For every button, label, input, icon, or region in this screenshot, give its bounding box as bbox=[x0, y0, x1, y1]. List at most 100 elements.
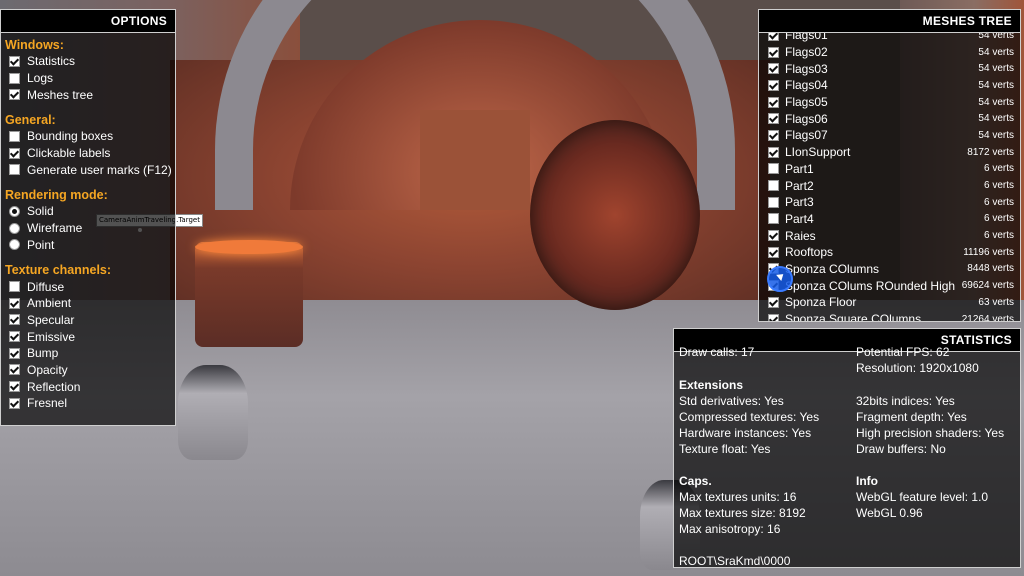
mesh-item[interactable]: Part3 6 verts bbox=[759, 194, 1020, 211]
mesh-list[interactable]: Flags01 54 verts Flags02 54 verts Flags03 54 … bbox=[759, 33, 1020, 322]
option-label: Diffuse bbox=[27, 279, 65, 294]
checkbox-option[interactable]: Specular bbox=[5, 312, 175, 329]
checkbox-option[interactable]: Bounding boxes bbox=[5, 128, 175, 145]
checkbox-option[interactable]: Statistics bbox=[5, 53, 175, 70]
checkbox-option[interactable]: Bump bbox=[5, 345, 175, 362]
mesh-item[interactable]: Flags01 54 verts bbox=[759, 33, 1020, 44]
radio-button[interactable] bbox=[9, 222, 20, 234]
mesh-checkbox[interactable] bbox=[768, 129, 779, 141]
mesh-item[interactable]: Sponza COlums ROunded High 69624 verts bbox=[759, 277, 1020, 294]
radio-button[interactable] bbox=[9, 205, 20, 217]
checkbox[interactable] bbox=[9, 72, 20, 84]
caps-item: Max textures size: 8192 bbox=[679, 506, 806, 520]
checkbox[interactable] bbox=[9, 381, 20, 393]
checkbox[interactable] bbox=[9, 130, 20, 142]
plant-urn bbox=[178, 365, 248, 460]
mesh-checkbox[interactable] bbox=[768, 180, 779, 192]
mesh-item[interactable]: Part1 6 verts bbox=[759, 161, 1020, 178]
mesh-checkbox[interactable] bbox=[768, 79, 779, 91]
checkbox[interactable] bbox=[9, 331, 20, 343]
radio-option[interactable]: Point bbox=[5, 237, 175, 254]
meshes-tree-header[interactable]: MESHES TREE bbox=[759, 10, 1020, 33]
checkbox[interactable] bbox=[9, 281, 20, 293]
mesh-vertex-count: 6 verts bbox=[983, 196, 1014, 208]
checkbox[interactable] bbox=[9, 314, 20, 326]
device-id: ROOT\SraKmd\0000 bbox=[679, 554, 791, 568]
checkbox-option[interactable]: Diffuse bbox=[5, 278, 175, 295]
caps-item: Max textures units: 16 bbox=[679, 490, 797, 504]
mesh-checkbox[interactable] bbox=[768, 46, 779, 58]
checkbox-option[interactable]: Emissive bbox=[5, 328, 175, 345]
caps-item: Max anisotropy: 16 bbox=[679, 522, 781, 536]
resolution: Resolution: 1920x1080 bbox=[856, 361, 979, 375]
mesh-name: Sponza Square COlumns bbox=[785, 312, 922, 322]
mesh-checkbox[interactable] bbox=[768, 63, 779, 75]
radio-option[interactable]: Solid bbox=[5, 203, 175, 220]
mesh-name: Flags06 bbox=[785, 111, 828, 126]
mesh-name: Flags03 bbox=[785, 61, 828, 76]
mesh-vertex-count: 69624 verts bbox=[961, 280, 1014, 292]
checkbox[interactable] bbox=[9, 397, 20, 409]
checkbox-option[interactable]: Clickable labels bbox=[5, 145, 175, 162]
mesh-checkbox[interactable] bbox=[768, 230, 779, 242]
mesh-item[interactable]: Rooftops 11196 verts bbox=[759, 244, 1020, 261]
checkbox[interactable] bbox=[9, 347, 20, 359]
section-title: Texture channels: bbox=[5, 263, 112, 278]
mesh-checkbox[interactable] bbox=[768, 246, 779, 258]
mesh-vertex-count: 11196 verts bbox=[963, 246, 1014, 258]
mesh-item[interactable]: LIonSupport 8172 verts bbox=[759, 144, 1020, 161]
mesh-checkbox[interactable] bbox=[768, 213, 779, 225]
mesh-checkbox[interactable] bbox=[768, 113, 779, 125]
mesh-item[interactable]: Flags04 54 verts bbox=[759, 77, 1020, 94]
checkbox[interactable] bbox=[9, 89, 20, 101]
option-label: Specular bbox=[27, 312, 75, 327]
mesh-item[interactable]: Flags06 54 verts bbox=[759, 110, 1020, 127]
mesh-name: Flags07 bbox=[785, 128, 828, 143]
option-label: Fresnel bbox=[27, 396, 68, 411]
mesh-item[interactable]: Flags05 54 verts bbox=[759, 94, 1020, 111]
mesh-checkbox[interactable] bbox=[768, 33, 779, 41]
checkbox-option[interactable]: Logs bbox=[5, 70, 175, 87]
caps-heading: Caps. bbox=[679, 474, 712, 488]
mesh-item[interactable]: Sponza Square COlumns 21264 verts bbox=[759, 311, 1020, 322]
checkbox[interactable] bbox=[9, 147, 20, 159]
mesh-item[interactable]: Sponza Floor 63 verts bbox=[759, 294, 1020, 311]
checkbox-option[interactable]: Meshes tree bbox=[5, 86, 175, 103]
checkbox[interactable] bbox=[9, 55, 20, 67]
mesh-item[interactable]: Flags02 54 verts bbox=[759, 44, 1020, 61]
mesh-vertex-count: 63 verts bbox=[978, 296, 1014, 308]
radio-option[interactable]: Wireframe bbox=[5, 220, 175, 237]
mesh-item[interactable]: Part2 6 verts bbox=[759, 177, 1020, 194]
mesh-checkbox[interactable] bbox=[768, 313, 779, 321]
checkbox[interactable] bbox=[9, 164, 20, 176]
mesh-checkbox[interactable] bbox=[768, 96, 779, 108]
checkbox-option[interactable]: Opacity bbox=[5, 362, 175, 379]
mesh-checkbox[interactable] bbox=[768, 296, 779, 308]
extension-item: High precision shaders: Yes bbox=[856, 426, 1005, 440]
checkbox[interactable] bbox=[9, 297, 20, 309]
checkbox-option[interactable]: Fresnel bbox=[5, 395, 175, 412]
mesh-name: Flags04 bbox=[785, 78, 828, 93]
mesh-item[interactable]: Flags03 54 verts bbox=[759, 60, 1020, 77]
extension-item: Texture float: Yes bbox=[679, 442, 771, 456]
radio-button[interactable] bbox=[9, 239, 20, 251]
section-title: Windows: bbox=[5, 38, 64, 52]
checkbox-option[interactable]: Generate user marks (F12) bbox=[5, 161, 175, 178]
mesh-checkbox[interactable] bbox=[768, 163, 779, 175]
mesh-checkbox[interactable] bbox=[768, 196, 779, 208]
checkbox-option[interactable]: Ambient bbox=[5, 295, 175, 312]
extension-item: Hardware instances: Yes bbox=[679, 426, 812, 440]
mesh-item[interactable]: Sponza COlumns 8448 verts bbox=[759, 261, 1020, 278]
mesh-name: Part2 bbox=[785, 178, 814, 193]
checkbox[interactable] bbox=[9, 364, 20, 376]
option-label: Opacity bbox=[27, 362, 68, 377]
options-header[interactable]: OPTIONS bbox=[1, 10, 175, 33]
mesh-item[interactable]: Raies 6 verts bbox=[759, 227, 1020, 244]
mesh-item[interactable]: Part4 6 verts bbox=[759, 211, 1020, 228]
options-panel: OPTIONS Windows: Statistics Logs Meshes tre… bbox=[0, 9, 176, 426]
option-label: Generate user marks (F12) bbox=[27, 162, 172, 177]
statistics-body: Draw calls: 17 Potential FPS: 62 Resolut… bbox=[674, 345, 1020, 568]
mesh-checkbox[interactable] bbox=[768, 146, 779, 158]
mesh-item[interactable]: Flags07 54 verts bbox=[759, 127, 1020, 144]
checkbox-option[interactable]: Reflection bbox=[5, 378, 175, 395]
